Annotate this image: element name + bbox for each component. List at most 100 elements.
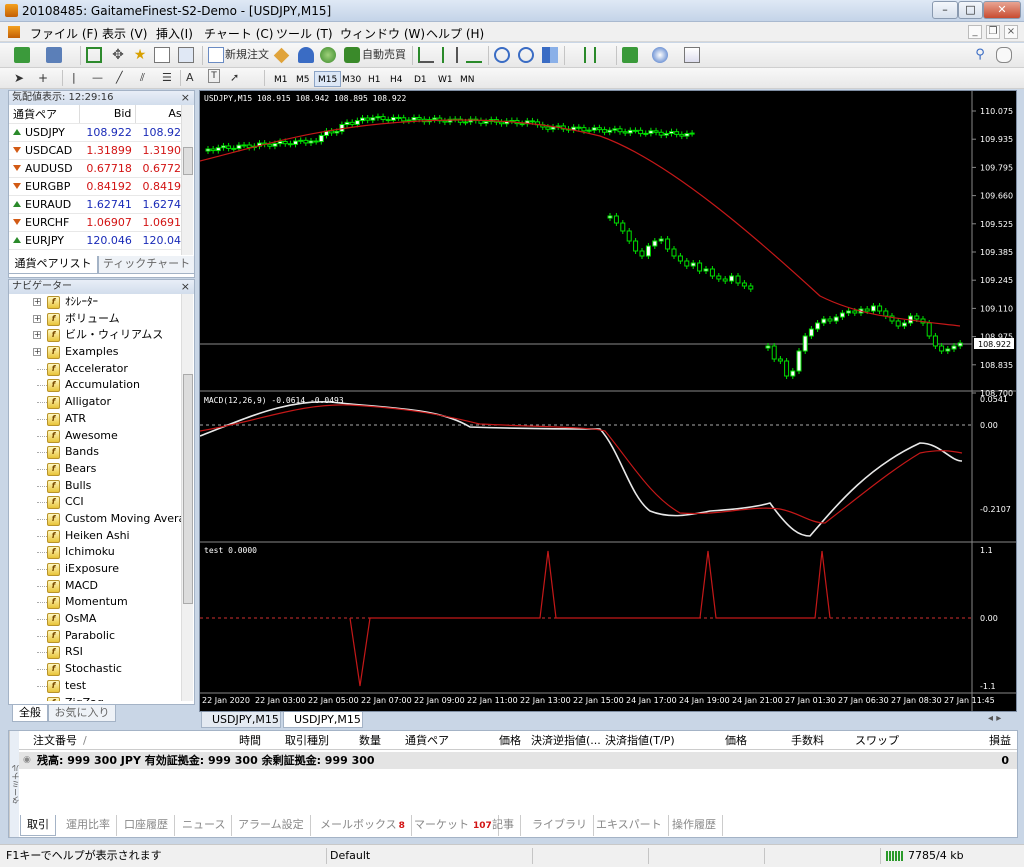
nav-indicator-item[interactable]: f Ichimoku	[9, 544, 190, 561]
minimize-button[interactable]: –	[932, 1, 958, 19]
menu-chart[interactable]: チャート (C)	[204, 25, 273, 42]
profiles-icon[interactable]	[46, 47, 62, 63]
col-size[interactable]: 数量	[359, 731, 381, 750]
line-chart-icon[interactable]	[466, 47, 482, 63]
templates-icon[interactable]	[684, 47, 700, 63]
community-icon[interactable]	[298, 47, 314, 63]
quote-row[interactable]: AUDUSD 0.67718 0.67723	[9, 159, 192, 178]
balance-row[interactable]: ◉ 残高: 999 300 JPY 有効証拠金: 999 300 余剰証拠金: …	[19, 752, 1017, 769]
menu-tools[interactable]: ツール (T)	[276, 25, 333, 42]
col-bid[interactable]: Bid	[79, 105, 137, 124]
nav-folder[interactable]: + f Examples	[9, 344, 190, 361]
tf-mn-button[interactable]: MN	[456, 71, 479, 87]
nav-indicator-item[interactable]: f test	[9, 678, 190, 695]
autoscroll-icon[interactable]	[594, 47, 610, 63]
nav-folder[interactable]: + f ボリューム	[9, 311, 190, 328]
nav-indicator-item[interactable]: f Accelerator	[9, 361, 190, 378]
chart-canvas[interactable]: 110.075 109.935 109.795 109.660 109.525 109.3…	[199, 91, 1016, 711]
close-button[interactable]: ✕	[983, 1, 1021, 19]
crosshair-nav-icon[interactable]: ✥	[110, 47, 126, 63]
terminal-tab[interactable]: 口座履歴	[118, 815, 175, 836]
nav-indicator-item[interactable]: f Alligator	[9, 394, 190, 411]
tab-tick-chart[interactable]: ティックチャート	[98, 256, 195, 274]
maximize-button[interactable]: □	[958, 1, 983, 19]
quote-row[interactable]: EURJPY 120.046 120.049	[9, 231, 192, 250]
nav-folder[interactable]: + f ビル・ウィリアムス	[9, 327, 190, 344]
nav-indicator-item[interactable]: f Bulls	[9, 478, 190, 495]
tab-nav-all[interactable]: 全般	[12, 705, 48, 722]
tab-symbol-list[interactable]: 通貨ペアリスト	[8, 256, 98, 274]
arrow-tool-icon[interactable]: ➚	[230, 69, 239, 87]
search-icon[interactable]: ⚲	[972, 47, 988, 63]
col-price2[interactable]: 価格	[725, 731, 747, 750]
text-tool-icon[interactable]: A	[186, 69, 194, 87]
new-order-button[interactable]: 新規注文	[225, 46, 269, 64]
quote-row[interactable]: USDJPY 108.922 108.926	[9, 123, 192, 142]
auto-trade-button[interactable]: 自動売買	[362, 46, 406, 64]
col-type[interactable]: 取引種別	[285, 731, 329, 750]
vertical-line-icon[interactable]: |	[72, 69, 76, 87]
nav-indicator-item[interactable]: f ATR	[9, 411, 190, 428]
tab-nav-favorites[interactable]: お気に入り	[48, 705, 116, 722]
tester-icon[interactable]	[178, 47, 194, 63]
menu-help[interactable]: ヘルプ (H)	[426, 25, 484, 42]
nav-indicator-item[interactable]: f Accumulation	[9, 377, 190, 394]
mdi-minimize-icon[interactable]: _	[968, 25, 982, 39]
indicators-icon[interactable]	[622, 47, 638, 63]
col-price[interactable]: 価格	[499, 731, 521, 750]
nav-indicator-item[interactable]: f Custom Moving Averag	[9, 511, 190, 528]
nav-indicator-item[interactable]: f RSI	[9, 644, 190, 661]
tf-d1-button[interactable]: D1	[410, 71, 431, 87]
chart-window[interactable]: 110.075 109.935 109.795 109.660 109.525 109.3…	[199, 90, 1017, 712]
menu-file[interactable]: ファイル (F)	[30, 25, 98, 42]
chart-tab-2[interactable]: USDJPY,M15	[283, 712, 363, 728]
nav-indicator-item[interactable]: f Awesome	[9, 428, 190, 445]
tf-h4-button[interactable]: H4	[386, 71, 407, 87]
zoom-out-icon[interactable]	[518, 47, 534, 63]
fibonacci-icon[interactable]: ☰	[162, 69, 172, 87]
tf-m30-button[interactable]: M30	[338, 71, 365, 87]
nav-indicator-item[interactable]: f Parabolic	[9, 628, 190, 645]
nav-indicator-item[interactable]: f iExposure	[9, 561, 190, 578]
terminal-tab[interactable]: 操作履歴	[666, 815, 723, 836]
new-chart-icon[interactable]	[14, 47, 30, 63]
col-profit[interactable]: 損益	[989, 731, 1011, 750]
nav-indicator-item[interactable]: f OsMA	[9, 611, 190, 628]
expand-icon[interactable]: +	[33, 314, 41, 323]
nav-indicator-item[interactable]: f Heiken Ashi	[9, 528, 190, 545]
col-tp[interactable]: 決済指値(T/P)	[605, 731, 675, 750]
nav-indicator-item[interactable]: f ZigZag	[9, 695, 190, 701]
col-symbol[interactable]: 通貨ペア	[405, 731, 449, 750]
chart-tab-scroll-icon[interactable]: ◂ ▸	[988, 713, 1001, 724]
expand-icon[interactable]: +	[33, 298, 41, 306]
channel-icon[interactable]: ⫽	[140, 69, 145, 87]
signals-globe-icon[interactable]	[320, 47, 336, 63]
expand-icon[interactable]: +	[33, 348, 41, 357]
periods-clock-icon[interactable]	[652, 47, 668, 63]
mdi-restore-icon[interactable]: ❐	[986, 25, 1000, 39]
menu-view[interactable]: 表示 (V)	[102, 25, 147, 42]
terminal-tab[interactable]: ニュース	[176, 815, 233, 836]
col-sl[interactable]: 決済逆指値(...	[531, 731, 601, 750]
chat-icon[interactable]	[996, 47, 1012, 63]
terminal-tab[interactable]: ライブラリ	[526, 815, 594, 836]
col-commission[interactable]: 手数料	[791, 731, 824, 750]
metaeditor-icon[interactable]	[273, 47, 290, 64]
tf-w1-button[interactable]: W1	[434, 71, 457, 87]
nav-indicator-item[interactable]: f Bears	[9, 461, 190, 478]
tf-m1-button[interactable]: M1	[270, 71, 292, 87]
col-pair[interactable]: 通貨ペア	[9, 105, 81, 124]
new-order-icon[interactable]	[208, 47, 224, 63]
col-swap[interactable]: スワップ	[855, 731, 899, 750]
quote-row[interactable]: EURCHF 1.06907 1.06915	[9, 213, 192, 232]
tf-h1-button[interactable]: H1	[364, 71, 385, 87]
terminal-tab[interactable]: 記事	[486, 815, 521, 836]
col-time[interactable]: 時間	[239, 731, 261, 750]
nav-indicator-item[interactable]: f Momentum	[9, 594, 190, 611]
candle-chart-icon[interactable]	[442, 47, 458, 63]
cursor-icon[interactable]: ➤	[14, 69, 24, 87]
terminal-icon[interactable]	[154, 47, 170, 63]
nav-indicator-item[interactable]: f MACD	[9, 578, 190, 595]
terminal-tab[interactable]: エキスパート	[590, 815, 669, 836]
terminal-tab[interactable]: 運用比率	[60, 815, 117, 836]
